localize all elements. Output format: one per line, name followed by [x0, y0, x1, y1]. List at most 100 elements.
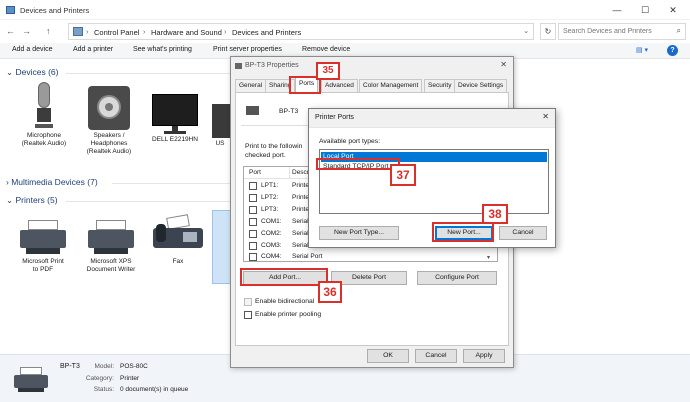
add-port-highlight	[240, 268, 328, 286]
new-port-type-button[interactable]: New Port Type...	[319, 226, 399, 240]
see-whats-printing-button[interactable]: See what's printing	[133, 46, 192, 53]
refresh-button[interactable]: ↻	[540, 23, 556, 40]
category-label: Category:	[85, 375, 114, 382]
forward-arrow-icon[interactable]: →	[22, 26, 31, 36]
port-column-header[interactable]: Port	[249, 169, 261, 176]
ports-cancel-button[interactable]: Cancel	[499, 226, 547, 240]
window-title: Devices and Printers	[20, 6, 90, 15]
printer-icon	[14, 367, 48, 393]
print-to-text-line1: Print to the followin	[245, 143, 303, 150]
search-box[interactable]: ⌕	[558, 23, 686, 40]
bidirectional-checkbox[interactable]	[244, 298, 252, 306]
printer-icon	[88, 220, 134, 256]
up-arrow-icon[interactable]: ↑	[46, 26, 51, 36]
port-checkbox[interactable]	[249, 242, 257, 250]
section-divider	[66, 201, 230, 202]
add-device-button[interactable]: Add a device	[12, 46, 52, 53]
help-icon[interactable]: ?	[667, 45, 678, 56]
scroll-down-icon[interactable]: ▾	[487, 254, 490, 261]
apply-button[interactable]: Apply	[463, 349, 505, 363]
step-marker-37: 37	[390, 164, 416, 186]
breadcrumb-hardware-and-sound[interactable]: Hardware and Sound	[151, 28, 222, 37]
address-dropdown-icon[interactable]: ⌄	[523, 26, 529, 35]
port-checkbox[interactable]	[249, 206, 257, 214]
tab-security[interactable]: Security	[424, 79, 456, 92]
description-column-header[interactable]: Descr	[292, 169, 309, 176]
step-marker-35: 35	[316, 62, 340, 80]
properties-title: BP-T3 Properties	[245, 62, 299, 69]
back-arrow-icon[interactable]: ←	[6, 26, 15, 36]
breadcrumb-separator: ›	[224, 27, 227, 36]
close-button[interactable]: ✕	[660, 3, 686, 17]
ok-button[interactable]: OK	[367, 349, 409, 363]
monitor-icon	[152, 94, 198, 134]
port-checkbox[interactable]	[249, 182, 257, 190]
printer-ports-title: Printer Ports	[315, 114, 354, 121]
address-bar[interactable]: › Control Panel › Hardware and Sound › D…	[68, 23, 534, 40]
tab-device-settings[interactable]: Device Settings	[454, 79, 508, 92]
minimize-button[interactable]: —	[604, 3, 630, 17]
port-checkbox[interactable]	[249, 218, 257, 226]
tab-general[interactable]: General	[235, 79, 267, 92]
search-icon[interactable]: ⌕	[677, 26, 681, 36]
fax-icon	[153, 214, 203, 256]
port-checkbox[interactable]	[249, 230, 257, 238]
section-multimedia-devices[interactable]: › Multimedia Devices (7)	[6, 177, 98, 187]
port-checkbox[interactable]	[249, 253, 257, 261]
breadcrumb-devices-and-printers[interactable]: Devices and Printers	[232, 28, 301, 37]
section-printers[interactable]: ⌄ Printers (5)	[6, 195, 58, 206]
search-input[interactable]	[559, 24, 669, 39]
print-server-properties-button[interactable]: Print server properties	[213, 46, 282, 53]
chevron-down-icon: ⌄	[6, 67, 14, 77]
device-microphone[interactable]: Microphone (Realtek Audio)	[14, 82, 74, 148]
printer-ports-close-icon[interactable]: ✕	[542, 112, 549, 121]
tab-advanced[interactable]: Advanced	[321, 79, 358, 92]
delete-port-button[interactable]: Delete Port	[331, 271, 407, 285]
breadcrumb-separator: ›	[86, 27, 89, 36]
cancel-button[interactable]: Cancel	[415, 349, 457, 363]
tab-color-management[interactable]: Color Management	[359, 79, 423, 92]
devices-printers-app-icon	[6, 6, 15, 14]
printer-icon	[20, 220, 66, 256]
step-marker-38: 38	[482, 204, 508, 224]
printer-name: BP-T3	[279, 108, 299, 115]
printer-small-icon	[235, 63, 242, 69]
device-usb-partial[interactable]: US	[210, 104, 230, 148]
print-to-text-line2: checked port.	[245, 152, 286, 159]
microphone-icon	[33, 82, 55, 130]
speaker-icon	[88, 86, 130, 130]
available-port-types-label: Available port types:	[319, 138, 381, 145]
status-label: Status:	[93, 386, 114, 393]
configure-port-button[interactable]: Configure Port	[417, 271, 497, 285]
usb-device-icon	[212, 104, 230, 138]
section-divider	[112, 183, 230, 184]
printer-microsoft-xps-document-writer[interactable]: Microsoft XPS Document Writer	[78, 220, 144, 274]
printer-pooling-checkbox[interactable]	[244, 311, 252, 319]
selected-printer-highlight[interactable]	[212, 210, 232, 284]
model-label: Model:	[94, 363, 114, 370]
section-devices[interactable]: ⌄ Devices (6)	[6, 67, 58, 78]
view-options-icon[interactable]: ▤ ▾	[636, 46, 648, 54]
device-dell-monitor[interactable]: DELL E2219HN	[145, 94, 205, 144]
properties-close-icon[interactable]: ✕	[500, 60, 507, 69]
remove-device-button[interactable]: Remove device	[302, 46, 350, 53]
window-titlebar: Devices and Printers — ☐ ✕	[0, 0, 690, 20]
maximize-button[interactable]: ☐	[632, 3, 658, 17]
breadcrumb-control-panel[interactable]: Control Panel	[94, 28, 139, 37]
tcpip-port-highlight	[316, 158, 400, 170]
printer-fax[interactable]: Fax	[148, 214, 208, 266]
category-value: Printer	[120, 375, 140, 382]
step-marker-36: 36	[318, 281, 342, 303]
device-speakers[interactable]: Speakers / Headphones (Realtek Audio)	[78, 86, 140, 156]
add-printer-button[interactable]: Add a printer	[73, 46, 113, 53]
model-value: POS-80C	[120, 363, 148, 370]
breadcrumb-separator: ›	[143, 27, 146, 36]
status-value: 0 document(s) in queue	[120, 386, 189, 393]
bidirectional-label: Enable bidirectional	[255, 298, 315, 305]
printer-microsoft-print-to-pdf[interactable]: Microsoft Print to PDF	[12, 220, 74, 274]
printer-small-icon	[246, 106, 259, 115]
table-row[interactable]: COM4: Serial Port	[244, 252, 497, 261]
port-checkbox[interactable]	[249, 194, 257, 202]
control-panel-icon	[73, 27, 83, 36]
printer-pooling-label: Enable printer pooling	[255, 311, 322, 318]
